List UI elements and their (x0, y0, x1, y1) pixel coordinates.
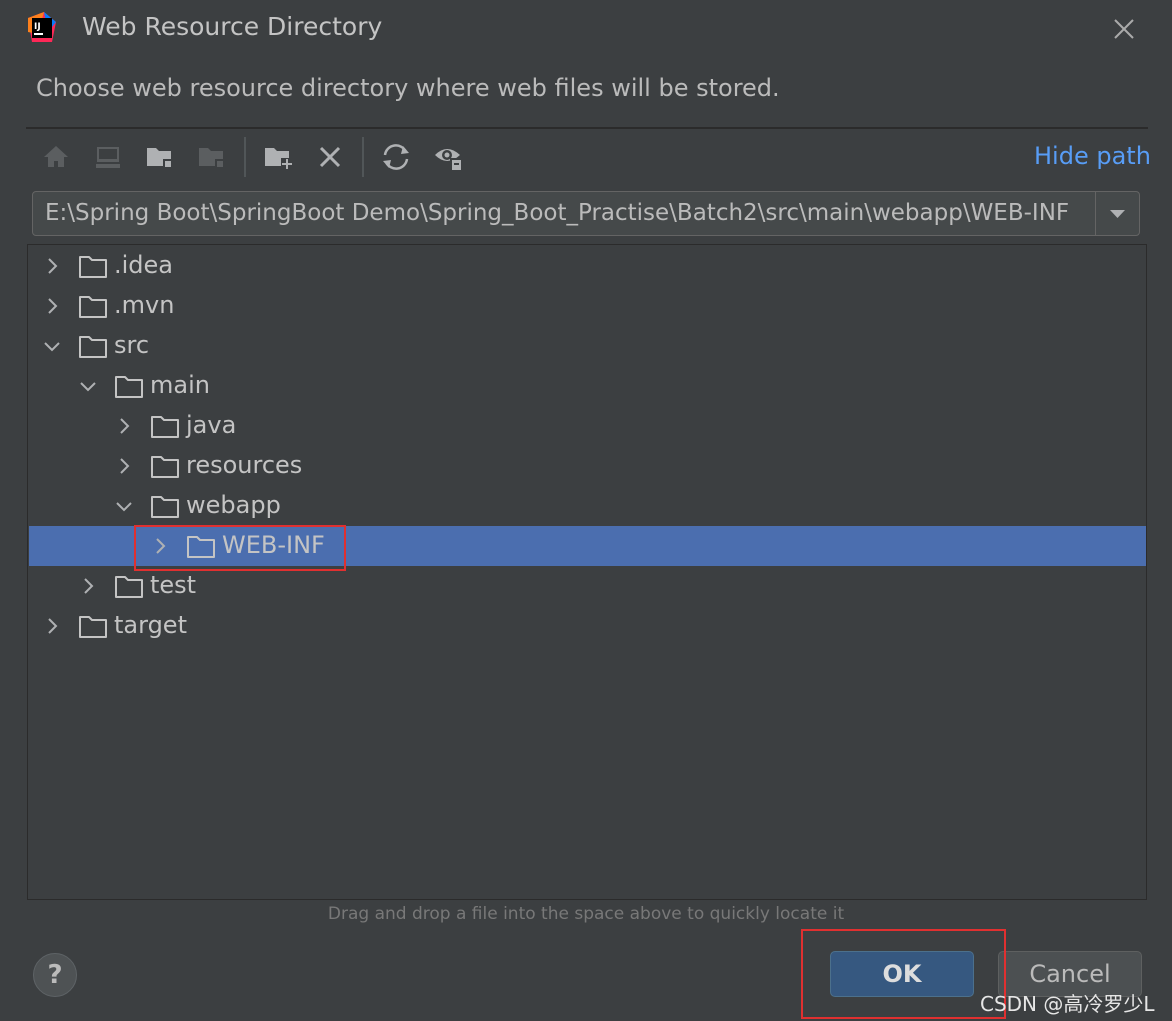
module-folder-icon[interactable] (195, 140, 229, 174)
folder-icon (115, 376, 143, 398)
tree-row-label: target (114, 611, 187, 639)
chevron-down-icon[interactable] (42, 336, 62, 356)
intellij-idea-icon: IJ (28, 12, 56, 42)
delete-icon[interactable] (313, 140, 347, 174)
tree-row[interactable]: webapp (29, 486, 1146, 526)
tree-row-label: resources (186, 451, 303, 479)
show-hidden-icon[interactable] (432, 140, 466, 174)
chevron-right-icon[interactable] (114, 456, 134, 476)
help-button[interactable]: ? (33, 953, 77, 997)
refresh-icon[interactable] (379, 140, 413, 174)
folder-icon (79, 616, 107, 638)
hide-path-link[interactable]: Hide path (1034, 142, 1151, 170)
home-icon[interactable] (39, 140, 73, 174)
close-icon[interactable] (1108, 13, 1140, 45)
dialog-title: Web Resource Directory (82, 12, 383, 41)
toolbar-divider (244, 137, 246, 177)
drag-drop-hint: Drag and drop a file into the space abov… (327, 904, 845, 924)
tree-row[interactable]: main (29, 366, 1146, 406)
chevron-down-icon[interactable] (114, 496, 134, 516)
folder-icon (79, 256, 107, 278)
path-combobox[interactable]: E:\Spring Boot\SpringBoot Demo\Spring_Bo… (32, 191, 1140, 236)
new-folder-icon[interactable] (262, 140, 296, 174)
dialog-description: Choose web resource directory where web … (36, 74, 780, 102)
path-input[interactable]: E:\Spring Boot\SpringBoot Demo\Spring_Bo… (45, 200, 1069, 226)
divider (26, 127, 1148, 129)
tree-row-label: java (186, 411, 237, 439)
folder-icon (79, 296, 107, 318)
toolbar-divider (362, 137, 364, 177)
folder-icon (79, 336, 107, 358)
folder-icon (151, 456, 179, 478)
tree-row-label: WEB-INF (222, 531, 325, 559)
tree-row[interactable]: target (29, 606, 1146, 646)
ok-button[interactable]: OK (830, 951, 974, 997)
chevron-right-icon[interactable] (78, 576, 98, 596)
tree-row[interactable]: WEB-INF (29, 526, 1146, 566)
svg-text:IJ: IJ (34, 22, 41, 32)
tree-row[interactable]: src (29, 326, 1146, 366)
file-tree[interactable]: .idea .mvn src main java resources webapp WEB-I… (27, 244, 1147, 900)
tree-row-label: main (150, 371, 210, 399)
folder-icon (151, 496, 179, 518)
chevron-right-icon[interactable] (42, 256, 62, 276)
desktop-icon[interactable] (91, 140, 125, 174)
tree-row-label: .mvn (114, 291, 175, 319)
chevron-down-icon[interactable] (78, 376, 98, 396)
tree-row[interactable]: test (29, 566, 1146, 606)
tree-row[interactable]: .idea (29, 246, 1146, 286)
folder-icon (115, 576, 143, 598)
tree-row-label: src (114, 331, 150, 359)
chevron-right-icon[interactable] (42, 296, 62, 316)
chevron-down-icon[interactable] (1095, 192, 1139, 235)
folder-icon (151, 416, 179, 438)
tree-row[interactable]: java (29, 406, 1146, 446)
tree-row[interactable]: resources (29, 446, 1146, 486)
folder-icon (187, 536, 215, 558)
chevron-right-icon[interactable] (42, 616, 62, 636)
watermark: CSDN @高冷罗少L (980, 992, 1155, 1016)
project-folder-icon[interactable] (143, 140, 177, 174)
chevron-right-icon[interactable] (150, 536, 170, 556)
tree-row-label: webapp (186, 491, 281, 519)
tree-row-label: .idea (114, 251, 174, 279)
tree-row[interactable]: .mvn (29, 286, 1146, 326)
chevron-right-icon[interactable] (114, 416, 134, 436)
tree-row-label: test (150, 571, 197, 599)
